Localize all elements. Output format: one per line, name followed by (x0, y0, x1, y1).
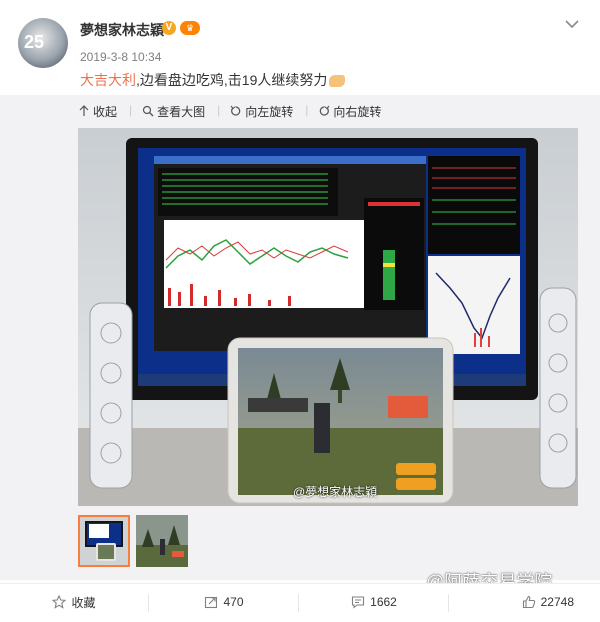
user-avatar[interactable]: 25 (18, 18, 68, 68)
media-panel: 收起 | 查看大图 | 向左旋转 | 向右旋转 @夢想家林志穎 (0, 95, 600, 580)
post-text: 大吉大利,边看盘边吃鸡,击19人继续努力 (80, 70, 346, 90)
comment-button[interactable]: 1662 (300, 584, 448, 620)
toolbar-divider: | (129, 103, 133, 117)
action-divider (148, 594, 149, 612)
post-text-highlight-link[interactable]: 大吉大利 (80, 72, 136, 88)
photo-thumbnail-2[interactable] (136, 515, 188, 567)
collapse-label: 收起 (93, 104, 118, 119)
rotate-left-label: 向左旋转 (245, 104, 294, 119)
thumbs-up-icon (522, 595, 535, 609)
rotate-left-icon (230, 105, 241, 116)
comment-count: 1662 (370, 595, 397, 609)
thumbnail-2-image (136, 515, 188, 567)
chevron-down-icon[interactable] (562, 14, 582, 34)
toolbar-divider: | (305, 103, 309, 117)
like-button[interactable]: 22748 (450, 584, 600, 620)
star-icon (52, 595, 67, 609)
rotate-right-icon (320, 105, 330, 116)
photo-scene-image (78, 128, 578, 506)
action-bar: 收藏 470 1662 22748 (0, 583, 600, 622)
rotate-left-button[interactable]: 向左旋转 (230, 103, 293, 119)
post-text-body: ,边看盘边吃鸡,击19人继续努力 (136, 72, 328, 88)
media-toolbar: 收起 | 查看大图 | 向左旋转 | 向右旋转 (78, 103, 393, 119)
weibo-post-card: 25 夢想家林志穎 V ♛ 2019-3-8 10:34 大吉大利,边看盘边吃鸡… (0, 0, 600, 622)
view-large-label: 查看大图 (157, 104, 206, 119)
photo-thumbnail-1[interactable] (78, 515, 130, 567)
arrow-up-icon (79, 105, 89, 116)
strong-arm-emoji-icon (329, 75, 346, 88)
rotate-right-label: 向右旋转 (333, 104, 382, 119)
magnifier-icon (143, 105, 154, 117)
like-count: 22748 (540, 595, 574, 609)
collapse-button[interactable]: 收起 (78, 103, 117, 119)
comment-icon (352, 596, 365, 609)
action-divider (448, 594, 449, 612)
vip-crown-badge[interactable]: ♛ (180, 21, 200, 35)
thumbnail-1-image (80, 517, 128, 565)
left-speaker (89, 302, 133, 489)
collect-button[interactable]: 收藏 (0, 584, 148, 620)
view-large-button[interactable]: 查看大图 (142, 103, 205, 119)
toolbar-divider: | (217, 103, 221, 117)
repost-icon (205, 596, 218, 609)
rotate-right-button[interactable]: 向右旋转 (318, 103, 381, 119)
post-timestamp[interactable]: 2019-3-8 10:34 (80, 50, 161, 64)
photo-watermark: @夢想家林志穎 (293, 485, 378, 499)
verified-badge: V (162, 21, 176, 35)
collect-label: 收藏 (71, 595, 96, 610)
repost-count: 470 (223, 595, 244, 609)
action-divider (298, 594, 299, 612)
post-photo[interactable]: @夢想家林志穎 (78, 128, 578, 506)
username[interactable]: 夢想家林志穎 (80, 20, 164, 40)
repost-button[interactable]: 470 (150, 584, 298, 620)
